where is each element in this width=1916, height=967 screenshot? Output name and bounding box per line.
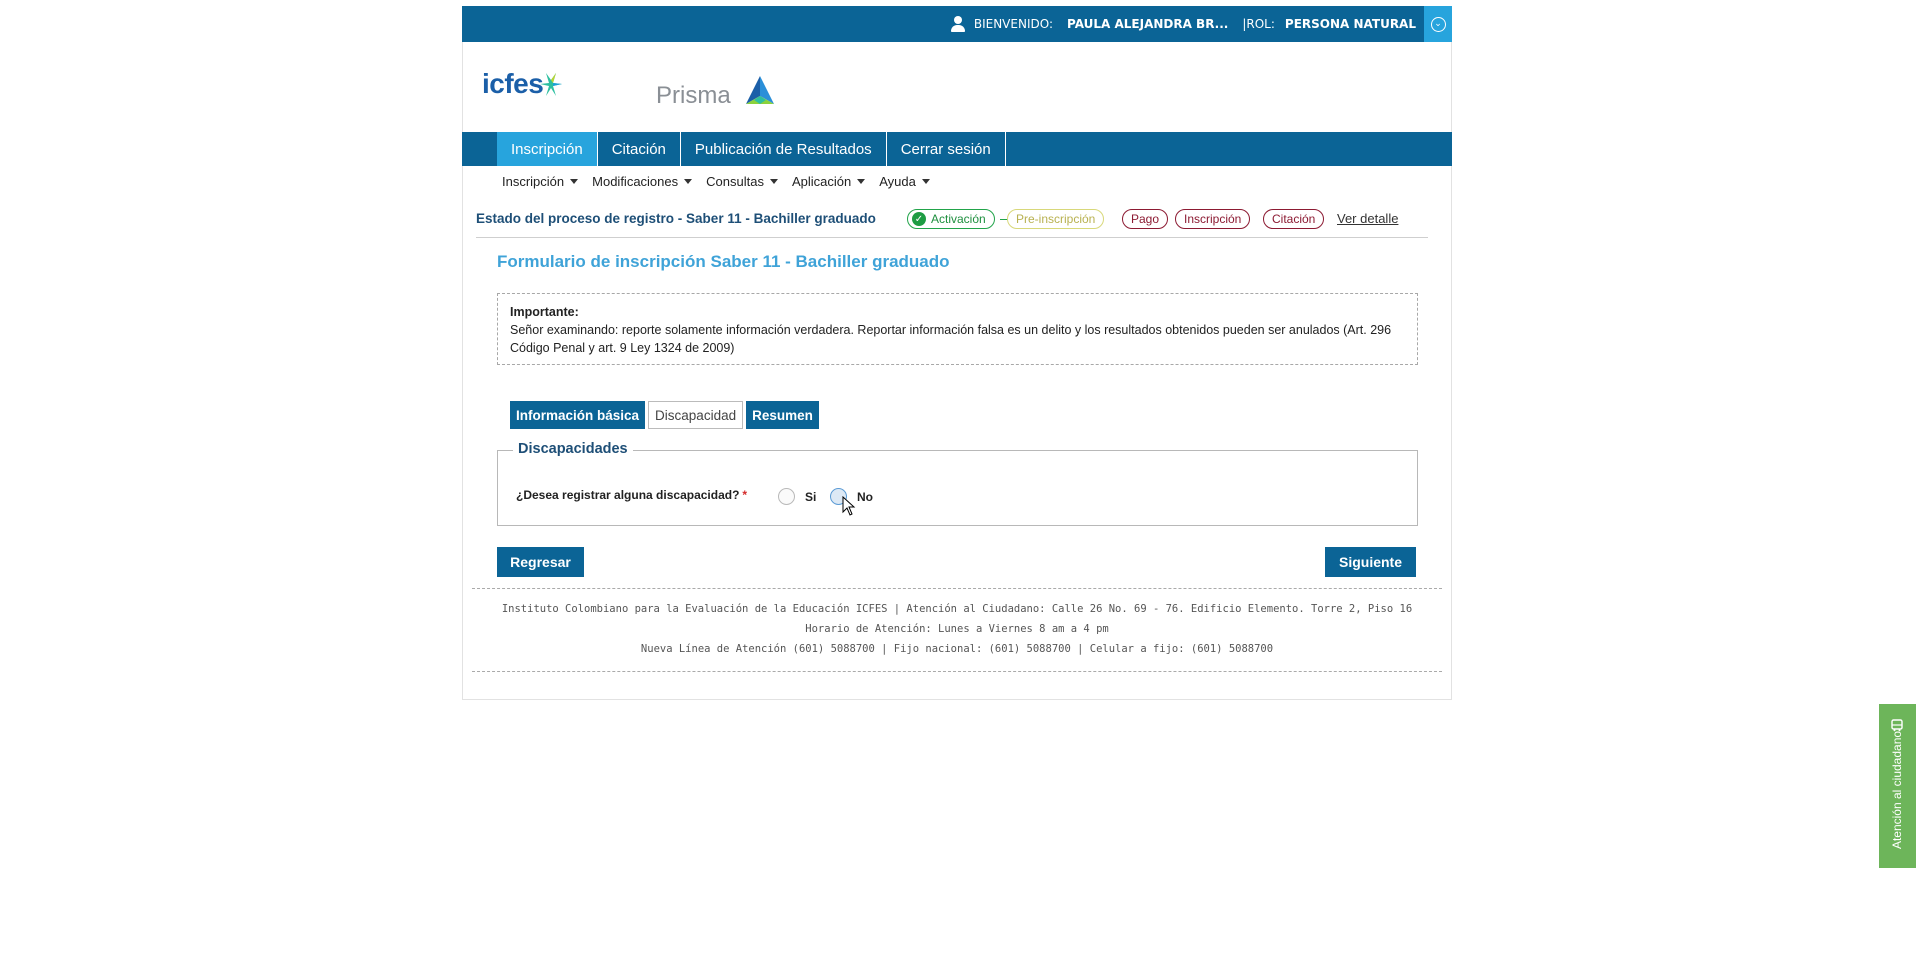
important-heading: Importante: <box>510 305 579 319</box>
step-inscripcion: Inscripción <box>1175 209 1251 229</box>
tab-resumen[interactable]: Resumen <box>746 401 819 429</box>
atencion-ciudadano-tab[interactable]: Atención al ciudadano <box>1879 704 1916 868</box>
icfes-logo: icfes <box>482 68 544 99</box>
footer-line-1: Instituto Colombiano para la Evaluación … <box>501 603 1413 615</box>
user-icon <box>950 15 966 33</box>
step-pago: Pago <box>1122 209 1169 229</box>
caret-down-icon <box>570 178 579 184</box>
step-label: Activación <box>931 212 986 226</box>
nav-cerrar-sesion[interactable]: Cerrar sesión <box>887 132 1006 166</box>
fieldset-legend: Discapacidades <box>513 441 633 457</box>
radio-si-label[interactable]: Si <box>805 490 816 504</box>
footer: Instituto Colombiano para la Evaluación … <box>472 588 1442 672</box>
user-name: PAULA ALEJANDRA BR... <box>1067 17 1229 31</box>
caret-down-icon <box>684 178 693 184</box>
bus-icon <box>1891 719 1903 732</box>
step-citacion: Citación <box>1263 209 1325 229</box>
role-label: |ROL: <box>1242 17 1275 31</box>
subnav-aplicacion[interactable]: Aplicación <box>791 172 866 190</box>
tab-informacion-basica[interactable]: Información básica <box>510 401 646 429</box>
nav-inscripcion[interactable]: Inscripción <box>497 132 598 166</box>
step-label: Pre-inscripción <box>1016 212 1096 226</box>
caret-down-icon <box>769 178 778 184</box>
check-icon: ✓ <box>912 212 926 226</box>
step-label: Inscripción <box>1184 212 1242 226</box>
prisma-triangle-icon <box>746 76 774 104</box>
prisma-logo: Prisma <box>656 82 731 109</box>
step-pre-inscripcion: Pre-inscripción <box>1007 209 1105 229</box>
registration-status: Estado del proceso de registro - Saber 1… <box>476 207 1428 238</box>
user-info: BIENVENIDO: PAULA ALEJANDRA BR... |ROL: … <box>950 6 1416 42</box>
caret-down-icon <box>857 178 866 184</box>
status-title: Estado del proceso de registro - Saber 1… <box>476 211 876 226</box>
ver-detalle-link[interactable]: Ver detalle <box>1337 211 1398 226</box>
important-text: Señor examinando: reporte solamente info… <box>510 323 1392 355</box>
step-label: Citación <box>1272 212 1316 226</box>
subnav-label: Consultas <box>706 173 764 189</box>
tab-discapacidad[interactable]: Discapacidad <box>648 401 744 429</box>
subnav-ayuda[interactable]: Ayuda <box>879 172 930 190</box>
question-text: ¿Desea registrar alguna discapacidad? <box>516 488 740 502</box>
form-title: Formulario de inscripción Saber 11 - Bac… <box>497 252 950 271</box>
step-activacion: ✓ Activación <box>907 209 995 229</box>
icfes-star-icon <box>540 73 562 96</box>
footer-line-2: Horario de Atención: Lunes a Viernes 8 a… <box>805 623 1109 635</box>
regresar-button[interactable]: Regresar <box>497 547 584 577</box>
required-mark: * <box>742 488 748 502</box>
nav-publicacion-resultados[interactable]: Publicación de Resultados <box>681 132 887 166</box>
step-label: Pago <box>1131 212 1160 226</box>
form-tabs: Información básica Discapacidad Resumen <box>510 401 819 429</box>
caret-down-icon <box>921 178 930 184</box>
subnav-modificaciones[interactable]: Modificaciones <box>592 172 693 190</box>
side-tab-label: Atención al ciudadano <box>1890 730 1904 850</box>
siguiente-button[interactable]: Siguiente <box>1325 547 1416 577</box>
subnav-inscripcion[interactable]: Inscripción <box>502 172 579 190</box>
nav-citacion[interactable]: Citación <box>598 132 681 166</box>
important-notice: Importante: Señor examinando: reporte so… <box>497 293 1418 365</box>
sub-nav: Inscripción Modificaciones Consultas Apl… <box>502 172 930 190</box>
welcome-label: BIENVENIDO: <box>973 17 1053 31</box>
mouse-cursor-icon <box>842 496 856 516</box>
subnav-label: Modificaciones <box>592 173 679 189</box>
radio-no-label[interactable]: No <box>857 490 873 504</box>
subnav-label: Aplicación <box>791 173 852 189</box>
main-nav: Inscripción Citación Publicación de Resu… <box>462 132 1452 166</box>
subnav-consultas[interactable]: Consultas <box>706 172 778 190</box>
user-menu-toggle[interactable]: ⌄ <box>1424 6 1452 42</box>
disability-question: ¿Desea registrar alguna discapacidad? * <box>516 488 747 502</box>
chevron-down-icon: ⌄ <box>1430 16 1446 32</box>
subnav-label: Ayuda <box>879 173 916 189</box>
footer-line-3: Nueva Línea de Atención (601) 5088700 | … <box>640 643 1274 655</box>
radio-si[interactable] <box>778 488 795 505</box>
role-value: PERSONA NATURAL <box>1284 17 1416 31</box>
subnav-label: Inscripción <box>502 173 565 189</box>
top-bar: BIENVENIDO: PAULA ALEJANDRA BR... |ROL: … <box>462 6 1452 42</box>
